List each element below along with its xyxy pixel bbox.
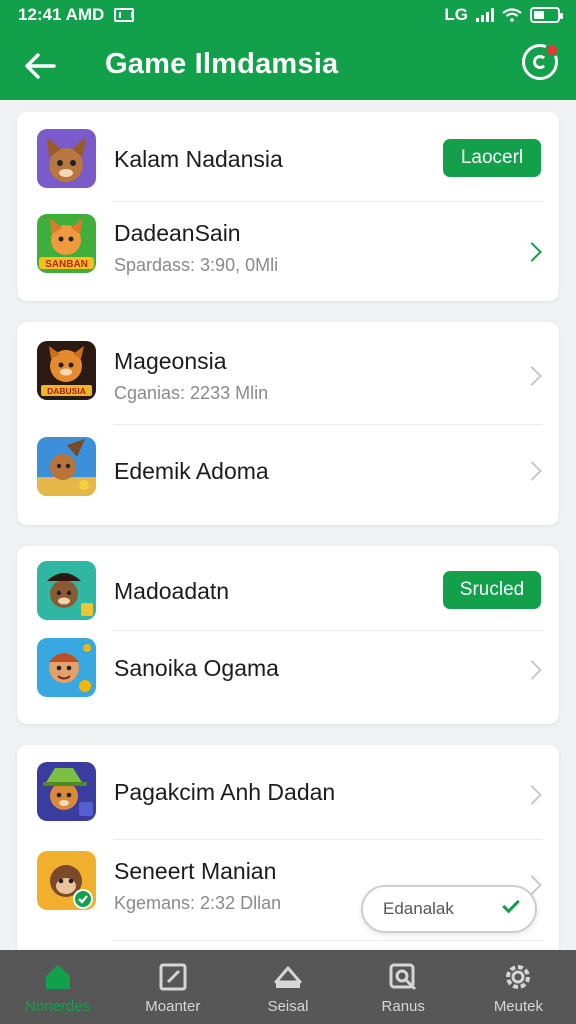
game-row[interactable]: SANBAN DadeanSain Spardass: 3:90, 0Mli — [17, 202, 559, 301]
status-right: LG — [444, 5, 563, 25]
back-arrow-icon — [25, 53, 56, 79]
signal-icon — [476, 8, 494, 22]
nav-label: Nonerdes — [25, 998, 91, 1015]
floating-status-pill[interactable]: Edanalak — [361, 885, 537, 933]
game-row[interactable]: Edemik Adoma — [17, 425, 559, 525]
row-text: Kalam Nadansia — [114, 146, 283, 173]
game-title: Seneert Manian — [114, 858, 277, 884]
nav-label: Seisal — [267, 998, 309, 1015]
game-title: Madoadatn — [114, 578, 230, 604]
cabin-icon — [274, 966, 302, 988]
wifi-icon — [502, 8, 522, 22]
nav-label: Moanter — [145, 998, 201, 1015]
game-row[interactable]: Kalam Nadansia Laocerl — [17, 112, 559, 202]
chevron-right-icon — [522, 366, 542, 386]
chevron-right-icon — [522, 785, 542, 805]
row-text: Madoadatn — [114, 578, 229, 605]
game-card-3: Madoadatn Srucled Sanoika Ogama — [17, 546, 559, 724]
game-title: Pagakcim Anh Dadan — [114, 779, 336, 805]
app-screen: 12:41 AMD LG Game Ilmdamsia Kalam Nadans… — [0, 0, 576, 1024]
nav-item-edit[interactable]: Moanter — [115, 950, 230, 1024]
game-subtitle: Spardass: 3:90, 0Mli — [114, 255, 279, 275]
adventurer-character-icon — [37, 437, 96, 496]
gear-circle-icon — [506, 965, 531, 989]
nav-item-cabin[interactable]: Seisal — [230, 950, 345, 1024]
game-action-button[interactable]: Laocerl — [443, 139, 541, 177]
game-title: Edemik Adoma — [114, 458, 269, 484]
nav-label: Ranus — [381, 998, 425, 1015]
home-icon — [45, 965, 70, 989]
nav-item-home[interactable]: Nonerdes — [0, 950, 115, 1024]
search-box-icon — [389, 963, 417, 991]
status-time: 12:41 AMD — [18, 5, 105, 24]
notification-badge — [545, 43, 559, 57]
game-subtitle: Cganias: 2233 Mlin — [114, 383, 269, 403]
top-bar: 12:41 AMD LG Game Ilmdamsia — [0, 0, 576, 100]
page-title: Game Ilmdamsia — [105, 48, 339, 80]
game-row[interactable]: Pagakcim Anh Dadan — [17, 745, 559, 839]
nav-item-search[interactable]: Ranus — [346, 950, 461, 1024]
row-text: Sanoika Ogama — [114, 655, 279, 682]
game-row[interactable]: DABUSIA Mageonsia Cganias: 2233 Mlin — [17, 322, 559, 424]
app-bar: Game Ilmdamsia — [0, 30, 576, 100]
chevron-right-icon — [522, 660, 542, 680]
monkey-character-icon — [37, 851, 96, 910]
nav-item-settings[interactable]: Meutek — [461, 950, 576, 1024]
game-title: Mageonsia — [114, 348, 227, 374]
svg-text:SANBAN: SANBAN — [45, 259, 88, 270]
cat-character-icon: SANBAN — [37, 214, 96, 273]
lion-character-icon: DABUSIA — [37, 341, 96, 400]
kid-character-icon — [37, 638, 96, 697]
chevron-right-icon — [522, 461, 542, 481]
battery-icon — [530, 7, 563, 23]
profile-button[interactable] — [522, 43, 559, 80]
row-text: Pagakcim Anh Dadan — [114, 779, 335, 806]
edit-icon — [159, 963, 187, 991]
row-text: Edemik Adoma — [114, 458, 269, 485]
status-bar: 12:41 AMD LG — [0, 0, 576, 30]
back-button[interactable] — [20, 46, 60, 86]
game-title: Sanoika Ogama — [114, 655, 279, 681]
game-list: Kalam Nadansia Laocerl SANBAN DadeanSain… — [0, 100, 576, 950]
explorer-character-icon — [37, 561, 96, 620]
bottom-navigation: Nonerdes Moanter Seisal Ranus Meutek — [0, 950, 576, 1024]
nav-label: Meutek — [493, 998, 544, 1015]
profile-icon — [533, 55, 547, 69]
network-label: LG — [444, 5, 468, 24]
game-row[interactable]: Madoadatn Srucled — [17, 546, 559, 630]
game-card-2: DABUSIA Mageonsia Cganias: 2233 Mlin Ede… — [17, 322, 559, 525]
game-card-1: Kalam Nadansia Laocerl SANBAN DadeanSain… — [17, 112, 559, 301]
game-title: DadeanSain — [114, 220, 241, 246]
fox-character-icon — [37, 129, 96, 188]
check-icon — [502, 895, 520, 914]
divider — [113, 940, 543, 941]
floating-pill-label: Edanalak — [383, 899, 454, 918]
game-title: Kalam Nadansia — [114, 146, 283, 172]
notification-icon — [114, 8, 135, 22]
game-row[interactable]: Sanoika Ogama — [17, 631, 559, 724]
row-text: DadeanSain Spardass: 3:90, 0Mli — [114, 220, 278, 276]
row-text: Seneert Manian Kgemans: 2:32 Dllan — [114, 858, 281, 914]
svg-text:DABUSIA: DABUSIA — [47, 386, 86, 396]
game-action-button[interactable]: Srucled — [443, 571, 541, 609]
status-left: 12:41 AMD — [18, 5, 135, 25]
game-subtitle: Kgemans: 2:32 Dllan — [114, 893, 282, 913]
hat-fox-character-icon — [37, 762, 96, 821]
row-text: Mageonsia Cganias: 2233 Mlin — [114, 348, 268, 404]
chevron-right-icon — [522, 242, 542, 262]
